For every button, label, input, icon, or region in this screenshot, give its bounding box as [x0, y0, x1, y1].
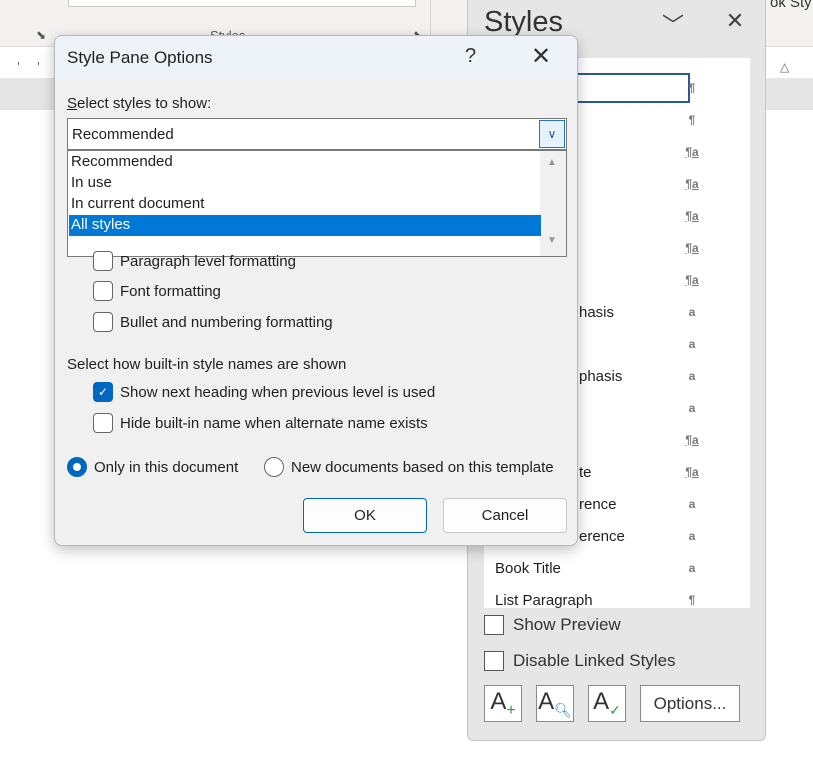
option-checkbox[interactable]: Font formatting	[93, 281, 221, 301]
checkbox-label: Hide built-in name when alternate name e…	[120, 414, 428, 432]
radio-only-this-document[interactable]: Only in this document	[67, 457, 238, 477]
select-styles-label: Select styles to show:	[67, 95, 212, 112]
linked-style-icon: ¶a	[685, 241, 699, 255]
option-checkbox[interactable]: ✓ Show next heading when previous level i…	[93, 382, 435, 402]
show-preview-checkbox[interactable]: Show Preview	[484, 615, 621, 635]
dialog-launcher-icon[interactable]: ⬊	[36, 28, 46, 42]
checkbox-box[interactable]	[484, 651, 504, 671]
chevron-down-icon[interactable]: ﹀	[659, 8, 687, 38]
new-style-icon: A+	[490, 687, 516, 719]
style-name: rence	[579, 496, 617, 513]
checkbox-label: Show Preview	[513, 615, 621, 634]
character-style-icon: a	[688, 561, 696, 575]
character-style-icon: a	[688, 497, 696, 511]
style-name: Book Title	[495, 560, 561, 577]
checkbox-label: Font formatting	[120, 282, 221, 300]
new-style-button[interactable]: A+	[484, 685, 522, 722]
dropdown-list[interactable]: ▲ ▼ Recommended In use In current document…	[67, 150, 567, 257]
option-checkbox[interactable]: Bullet and numbering formatting	[93, 312, 333, 332]
checkbox-box[interactable]	[93, 251, 113, 271]
dropdown-option[interactable]: Recommended	[69, 152, 541, 173]
ribbon-fragment: ok Sty	[770, 0, 812, 11]
disable-linked-styles-checkbox[interactable]: Disable Linked Styles	[484, 651, 676, 671]
dropdown-option[interactable]: All styles	[69, 215, 541, 236]
style-name: hasis	[579, 304, 615, 321]
radio-button[interactable]	[264, 457, 284, 477]
character-style-icon: a	[688, 529, 696, 543]
character-style-icon: a	[688, 369, 696, 383]
ruler-tick	[38, 62, 39, 65]
style-inspector-button[interactable]: A🔍︎	[536, 685, 574, 722]
options-button[interactable]: Options...	[640, 685, 740, 722]
names-label: Select how built-in style names are show…	[67, 356, 347, 373]
linked-style-icon: ¶a	[685, 273, 699, 287]
style-name: te	[579, 464, 592, 481]
manage-styles-icon: A✓	[593, 688, 621, 718]
scrollbar[interactable]: ▲ ▼	[540, 151, 566, 256]
radio-label: New documents based on this template	[291, 458, 554, 476]
radio-button[interactable]	[67, 457, 87, 477]
option-checkbox[interactable]: Paragraph level formatting	[93, 251, 296, 271]
checkbox-box[interactable]	[93, 413, 113, 433]
linked-style-icon: ¶a	[685, 465, 699, 479]
checkbox-label: Disable Linked Styles	[513, 651, 676, 670]
ruler-tick	[18, 62, 19, 65]
dropdown-option[interactable]: In use	[69, 173, 541, 194]
paragraph-style-icon: ¶	[688, 113, 696, 127]
close-button[interactable]: ✕	[531, 42, 551, 71]
radio-label: Only in this document	[94, 458, 239, 476]
style-name: List Paragraph	[495, 592, 593, 608]
character-style-icon: a	[688, 337, 696, 351]
chevron-down-icon[interactable]: ∨	[539, 120, 565, 148]
option-checkbox[interactable]: Hide built-in name when alternate name e…	[93, 413, 428, 433]
manage-styles-button[interactable]: A✓	[588, 685, 626, 722]
checkbox-box[interactable]	[484, 615, 504, 635]
checkbox-label: Show next heading when previous level is…	[120, 383, 436, 401]
scroll-down-icon[interactable]: ▼	[547, 235, 557, 246]
style-inspector-icon: A🔍︎	[538, 688, 572, 718]
cancel-button[interactable]: Cancel	[443, 498, 567, 533]
styles-gallery[interactable]	[68, 0, 416, 7]
checkbox-box[interactable]	[93, 312, 113, 332]
checkbox-box[interactable]	[93, 281, 113, 301]
checkbox-label: Paragraph level formatting	[120, 252, 296, 270]
checkbox-box[interactable]: ✓	[93, 382, 113, 402]
indent-marker-icon[interactable]: △	[780, 60, 792, 74]
paragraph-style-icon: ¶	[688, 593, 696, 607]
styles-to-show-select[interactable]: Recommended ∨	[67, 118, 567, 150]
linked-style-icon: ¶a	[685, 145, 699, 159]
dropdown-option[interactable]: In current document	[69, 194, 541, 215]
style-item[interactable]: Book Title a	[484, 554, 750, 586]
checkbox-label: Bullet and numbering formatting	[120, 313, 333, 331]
character-style-icon: a	[688, 401, 696, 415]
ok-button[interactable]: OK	[303, 498, 427, 533]
close-icon[interactable]: ✕	[721, 8, 749, 36]
style-pane-options-dialog: Style Pane Options ? ✕ Select styles to …	[54, 35, 578, 546]
linked-style-icon: ¶a	[685, 209, 699, 223]
help-button[interactable]: ?	[465, 45, 476, 68]
style-name: phasis	[579, 368, 623, 385]
dialog-title-bar: Style Pane Options ? ✕	[55, 36, 577, 79]
character-style-icon: a	[688, 305, 696, 319]
style-name: erence	[579, 528, 625, 545]
radio-new-documents[interactable]: New documents based on this template	[264, 457, 554, 477]
dialog-title: Style Pane Options	[67, 48, 213, 67]
scroll-up-icon[interactable]: ▲	[547, 157, 557, 168]
select-value: Recommended	[72, 126, 174, 143]
style-item[interactable]: List Paragraph ¶	[484, 586, 750, 608]
paragraph-style-icon: ¶	[688, 81, 696, 95]
linked-style-icon: ¶a	[685, 433, 699, 447]
linked-style-icon: ¶a	[685, 177, 699, 191]
